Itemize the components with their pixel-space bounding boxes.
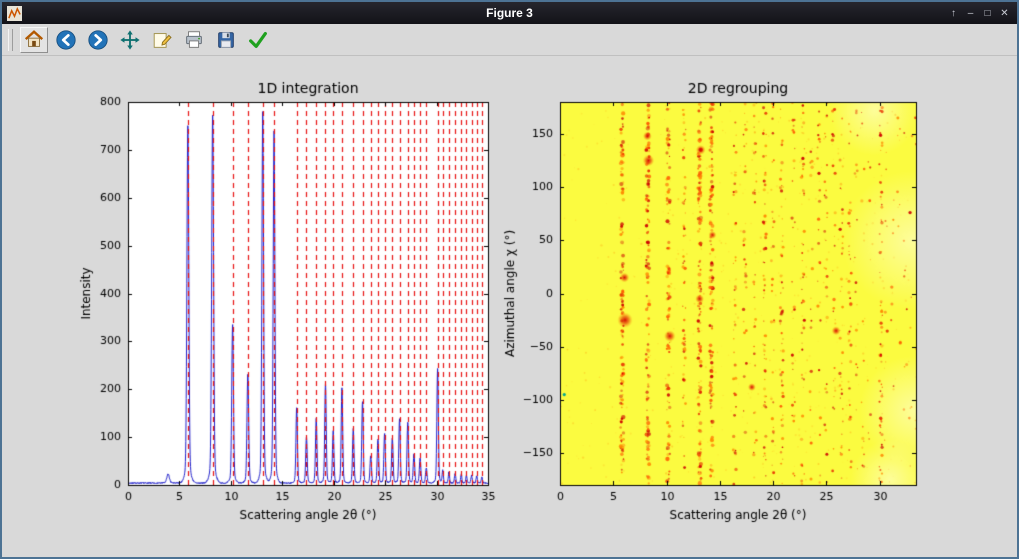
edit-icon [151,29,173,51]
apply-button[interactable] [244,27,272,53]
save-button[interactable] [212,27,240,53]
close-button[interactable]: ✕ [996,5,1013,21]
back-button[interactable] [52,27,80,53]
pan-button[interactable] [116,27,144,53]
toolbar [2,24,1017,56]
app-icon [7,6,22,21]
check-icon [247,29,269,51]
raise-button[interactable]: ↑ [945,5,962,21]
window-title: Figure 3 [2,2,1017,24]
home-icon [23,29,45,51]
figure-window: Figure 3 ↑ – □ ✕ [0,0,1019,559]
print-icon [183,29,205,51]
pan-icon [119,29,141,51]
maximize-button[interactable]: □ [979,5,996,21]
edit-button[interactable] [148,27,176,53]
back-icon [55,29,77,51]
toolbar-handle[interactable] [8,29,13,51]
window-controls: ↑ – □ ✕ [945,5,1017,21]
forward-icon [87,29,109,51]
forward-button[interactable] [84,27,112,53]
minimize-button[interactable]: – [962,5,979,21]
figure-canvas[interactable] [2,56,1017,557]
print-button[interactable] [180,27,208,53]
titlebar[interactable]: Figure 3 ↑ – □ ✕ [2,2,1017,24]
save-icon [215,29,237,51]
home-button[interactable] [20,27,48,53]
